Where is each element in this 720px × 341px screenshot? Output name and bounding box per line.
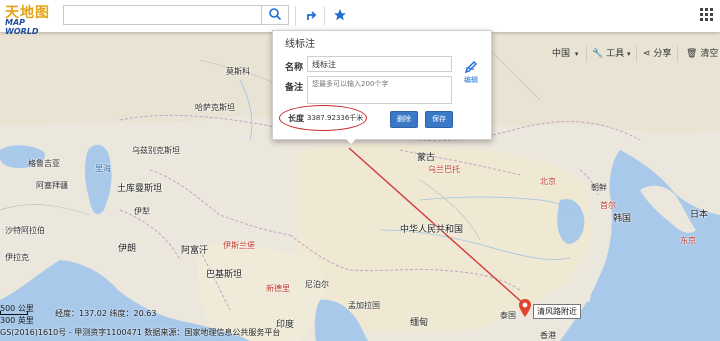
map-label: 伊犁 (134, 207, 150, 216)
map-label: 新德里 (266, 284, 290, 293)
divider (636, 46, 637, 62)
note-label: 备注 (285, 83, 304, 93)
map-label: 蒙古 (417, 153, 436, 163)
map-label: 缅甸 (410, 318, 429, 328)
logo-text-en: MAP WORLD (5, 18, 39, 36)
map-pin-icon[interactable] (518, 298, 532, 318)
map-label: 乌兰巴托 (428, 165, 460, 174)
map-label: 朝鲜 (591, 183, 607, 192)
length-value: 3387.92336千米 (307, 114, 364, 122)
apps-grid-icon[interactable] (700, 8, 714, 22)
chevron-down-icon: ▾ (626, 50, 631, 58)
search-icon (269, 8, 282, 21)
edit-label: 编辑 (464, 76, 478, 84)
map-label: 伊拉克 (5, 253, 29, 262)
favorite-button[interactable] (331, 6, 349, 24)
map-label: 莫斯科 (226, 67, 250, 76)
coordinate-readout: 经度：137.02 纬度：20.63 (55, 309, 157, 318)
copyright-footer: GS(2016)1610号 - 甲测资字1100471 数据来源：国家地理信息公… (0, 328, 281, 337)
wrench-icon: 🔧 (592, 49, 604, 59)
name-input[interactable] (307, 56, 452, 72)
map-label: 阿富汗 (181, 246, 209, 256)
map-label: 格鲁吉亚 (28, 159, 60, 168)
share-label: 分享 (653, 49, 672, 59)
tools-label: 工具 (606, 49, 625, 59)
map-label: 尼泊尔 (305, 280, 329, 289)
star-icon (334, 9, 346, 21)
region-label: 中国 (552, 49, 571, 59)
top-bar: 天地图 MAP WORLD (0, 0, 720, 36)
search-button[interactable] (261, 5, 289, 25)
divider (677, 46, 678, 62)
save-button[interactable]: 保存 (425, 111, 453, 128)
map-label: 巴基斯坦 (206, 270, 243, 280)
map-label: 伊朗 (118, 244, 137, 254)
map-label: 北京 (540, 177, 556, 186)
map-label: 阿塞拜疆 (36, 181, 68, 190)
name-label: 名称 (285, 63, 304, 73)
map-label: 首尔 (600, 201, 616, 210)
map-label: 日本 (690, 210, 709, 220)
clear-label: 清空 (700, 49, 719, 59)
map-label: 沙特阿拉伯 (5, 226, 45, 235)
chevron-down-icon: ▾ (574, 50, 579, 58)
map-label: 韩国 (613, 214, 632, 224)
search-input[interactable] (63, 5, 261, 25)
map-label: 孟加拉国 (348, 301, 380, 310)
map-label: 东京 (680, 236, 696, 245)
share-icon: ⋖ (643, 49, 651, 59)
map-label: 伊斯兰堡 (223, 241, 255, 250)
divider (324, 6, 325, 26)
note-input[interactable] (307, 76, 452, 104)
logo[interactable]: 天地图 MAP WORLD (2, 1, 58, 36)
map-label: 哈萨克斯坦 (195, 103, 235, 112)
map-label: 乌兹别克斯坦 (132, 146, 180, 155)
route-button[interactable] (303, 6, 321, 24)
clear-button[interactable]: 🗑 清空 (686, 42, 718, 66)
trash-icon: 🗑 (686, 49, 698, 59)
popup-pointer (345, 138, 357, 144)
tools-menu[interactable]: 🔧 工具 ▾ (592, 42, 631, 66)
edit-button[interactable]: 编辑 (459, 59, 483, 85)
line-annotation-popup: 线标注 名称 备注 编辑 长度 3387.92336千米 删除 保存 (272, 30, 492, 144)
map-label: 泰国 (500, 311, 516, 320)
map-label: 香港 (540, 331, 556, 340)
map-label: 土库曼斯坦 (117, 184, 163, 194)
share-button[interactable]: ⋖ 分享 (643, 42, 671, 66)
divider (295, 6, 296, 26)
pencil-icon (464, 61, 477, 74)
popup-title: 线标注 (285, 39, 315, 50)
length-label: 长度 (288, 114, 304, 123)
route-icon (307, 11, 317, 20)
marker-label: 清风路附近 (533, 304, 581, 319)
divider (586, 46, 587, 62)
delete-button[interactable]: 删除 (390, 111, 418, 128)
map-label: 中华人民共和国 (400, 225, 464, 235)
map-label: 里海 (95, 164, 111, 173)
scale-mi: 300 英里 (0, 316, 34, 325)
region-select[interactable]: 中国 ▾ (552, 42, 578, 66)
